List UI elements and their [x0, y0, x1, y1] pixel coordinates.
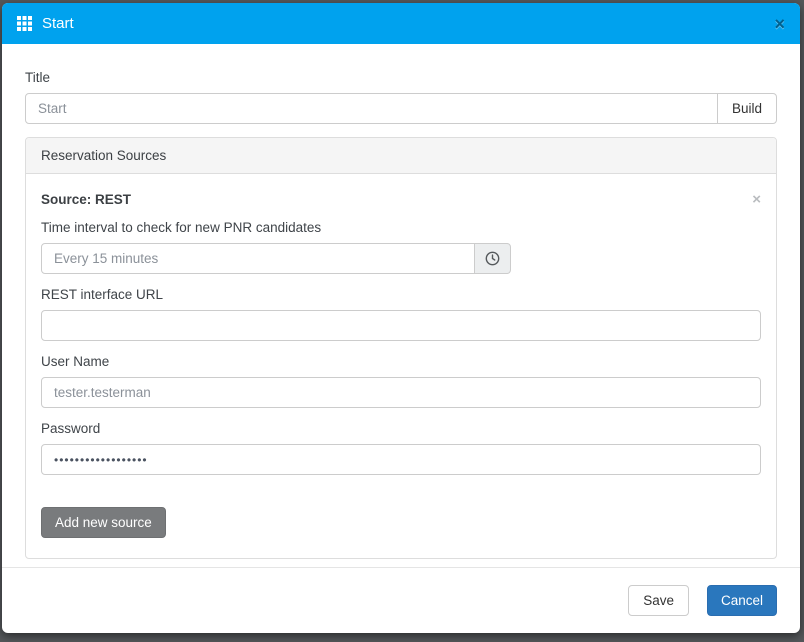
start-dialog: Start × Title Build Reservation Sources …: [2, 3, 800, 633]
interval-field-group: Time interval to check for new PNR candi…: [41, 220, 761, 274]
username-field-group: User Name: [41, 354, 761, 408]
source-header: Source: REST ×: [41, 192, 761, 207]
dialog-header: Start ×: [2, 3, 800, 44]
add-new-source-button[interactable]: Add new source: [41, 507, 166, 538]
title-input-group: Build: [25, 93, 777, 124]
interval-input-group: [41, 243, 511, 274]
interval-input[interactable]: [41, 243, 475, 274]
close-icon[interactable]: ×: [774, 15, 785, 33]
reservation-sources-panel: Reservation Sources Source: REST × Time …: [25, 137, 777, 559]
build-button[interactable]: Build: [717, 93, 777, 124]
url-label: REST interface URL: [41, 287, 761, 302]
interval-picker-button[interactable]: [474, 243, 511, 274]
username-label: User Name: [41, 354, 761, 369]
url-field-group: REST interface URL: [41, 287, 761, 341]
username-input[interactable]: [41, 377, 761, 408]
password-label: Password: [41, 421, 761, 436]
dialog-title: Start: [42, 16, 74, 31]
panel-heading: Reservation Sources: [26, 138, 776, 174]
title-label: Title: [25, 70, 777, 85]
save-button[interactable]: Save: [628, 585, 689, 616]
source-title: Source: REST: [41, 192, 131, 207]
grid-icon: [17, 16, 32, 31]
panel-body: Source: REST × Time interval to check fo…: [26, 174, 776, 558]
password-input[interactable]: [41, 444, 761, 475]
clock-icon: [485, 251, 500, 266]
interval-label: Time interval to check for new PNR candi…: [41, 220, 761, 235]
dialog-footer: Save Cancel: [2, 567, 800, 633]
remove-source-icon[interactable]: ×: [752, 192, 761, 207]
password-field-group: Password: [41, 421, 761, 475]
dialog-body: Title Build Reservation Sources Source: …: [2, 44, 800, 567]
cancel-button[interactable]: Cancel: [707, 585, 777, 616]
title-input[interactable]: [25, 93, 718, 124]
rest-url-input[interactable]: [41, 310, 761, 341]
